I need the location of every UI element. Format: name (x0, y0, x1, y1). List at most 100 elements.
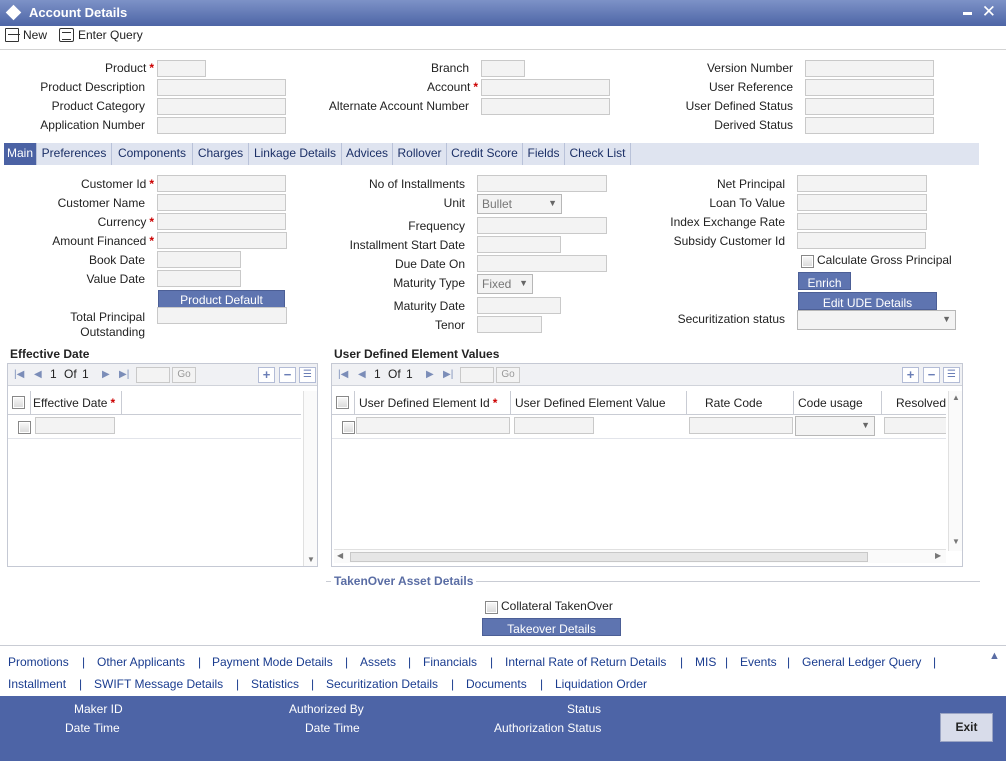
view-rows-icon[interactable]: ☰ (299, 367, 316, 383)
tab-rollover[interactable]: Rollover (393, 143, 447, 165)
new-button[interactable]: New (5, 28, 47, 42)
installment-start-date-input[interactable] (477, 236, 561, 253)
product-description-input[interactable] (157, 79, 286, 96)
scroll-down-icon[interactable]: ▼ (307, 555, 315, 564)
next-page-icon[interactable]: ▶ (426, 369, 434, 380)
tab-fields[interactable]: Fields (523, 143, 565, 165)
page-number-input[interactable] (136, 367, 170, 383)
branch-input[interactable] (481, 60, 525, 77)
application-number-input[interactable] (157, 117, 286, 134)
close-icon[interactable]: ✕ (982, 2, 996, 22)
customer-id-input[interactable] (157, 175, 286, 192)
due-date-on-input[interactable] (477, 255, 607, 272)
resolved-cell-input[interactable] (884, 417, 946, 434)
last-page-icon[interactable]: ▶| (119, 369, 129, 380)
scroll-left-icon[interactable]: ◀ (337, 551, 343, 560)
scroll-right-icon[interactable]: ▶ (935, 551, 941, 560)
view-rows-icon[interactable]: ☰ (943, 367, 960, 383)
select-all-checkbox[interactable] (12, 396, 25, 409)
last-page-icon[interactable]: ▶| (443, 369, 453, 380)
link-swift-message-details[interactable]: SWIFT Message Details (94, 677, 223, 691)
total-principal-outstanding-input[interactable] (157, 307, 287, 324)
edit-ude-details-button[interactable]: Edit UDE Details (798, 292, 937, 310)
first-page-icon[interactable]: |◀ (14, 369, 24, 380)
exit-button[interactable]: Exit (940, 713, 993, 742)
enter-query-button[interactable]: Enter Query (59, 28, 143, 42)
takeover-details-button[interactable]: Takeover Details (482, 618, 621, 636)
subsidy-customer-id-input[interactable] (797, 232, 926, 249)
product-category-input[interactable] (157, 98, 286, 115)
book-date-input[interactable] (157, 251, 241, 268)
vertical-scrollbar[interactable]: ▲ ▼ (948, 391, 962, 551)
customer-name-input[interactable] (157, 194, 286, 211)
link-promotions[interactable]: Promotions (8, 655, 69, 669)
scroll-up-icon[interactable]: ▲ (952, 393, 960, 402)
unit-select[interactable]: Bullet ▼ (477, 194, 562, 214)
derived-status-input[interactable] (805, 117, 934, 134)
product-input[interactable] (157, 60, 206, 77)
maturity-type-select[interactable]: Fixed ▼ (477, 274, 533, 294)
tab-components[interactable]: Components (112, 143, 193, 165)
minimize-icon[interactable] (963, 12, 972, 15)
link-events[interactable]: Events (740, 655, 777, 669)
ude-id-cell-input[interactable] (356, 417, 510, 434)
currency-input[interactable] (157, 213, 286, 230)
effective-date-cell-input[interactable] (35, 417, 115, 434)
amount-financed-input[interactable] (157, 232, 287, 249)
user-reference-input[interactable] (805, 79, 934, 96)
horizontal-scrollbar[interactable]: ◀ ▶ (334, 549, 946, 563)
link-other-applicants[interactable]: Other Applicants (97, 655, 185, 669)
alternate-account-number-input[interactable] (481, 98, 610, 115)
loan-to-value-input[interactable] (797, 194, 927, 211)
tenor-input[interactable] (477, 316, 542, 333)
add-row-icon[interactable]: + (258, 367, 275, 383)
tab-advices[interactable]: Advices (342, 143, 393, 165)
link-financials[interactable]: Financials (423, 655, 477, 669)
net-principal-input[interactable] (797, 175, 927, 192)
row-checkbox[interactable] (342, 421, 355, 434)
tab-charges[interactable]: Charges (193, 143, 249, 165)
tab-linkage-details[interactable]: Linkage Details (249, 143, 342, 165)
maturity-date-input[interactable] (477, 297, 561, 314)
code-usage-cell-select[interactable]: ▼ (795, 416, 875, 436)
delete-row-icon[interactable]: − (923, 367, 940, 383)
index-exchange-rate-input[interactable] (797, 213, 927, 230)
securitization-status-select[interactable]: ▼ (797, 310, 956, 330)
no-of-installments-input[interactable] (477, 175, 607, 192)
enrich-button[interactable]: Enrich (798, 272, 851, 290)
scroll-down-icon[interactable]: ▼ (952, 537, 960, 546)
go-button[interactable]: Go (172, 367, 196, 383)
link-internal-rate-of-return-details[interactable]: Internal Rate of Return Details (505, 655, 666, 669)
select-all-checkbox[interactable] (336, 396, 349, 409)
collapse-up-icon[interactable]: ▲ (989, 650, 1000, 662)
row-checkbox[interactable] (18, 421, 31, 434)
link-installment[interactable]: Installment (8, 677, 66, 691)
link-documents[interactable]: Documents (466, 677, 527, 691)
tab-main[interactable]: Main (4, 143, 37, 165)
calculate-gross-principal-checkbox[interactable] (801, 255, 814, 268)
version-number-input[interactable] (805, 60, 934, 77)
tab-credit-score[interactable]: Credit Score (447, 143, 523, 165)
ude-value-cell-input[interactable] (514, 417, 594, 434)
link-general-ledger-query[interactable]: General Ledger Query (802, 655, 921, 669)
tab-preferences[interactable]: Preferences (37, 143, 112, 165)
vertical-scrollbar[interactable]: ▼ (303, 391, 317, 566)
user-defined-status-input[interactable] (805, 98, 934, 115)
rate-code-cell-input[interactable] (689, 417, 793, 434)
collateral-takenover-checkbox[interactable] (485, 601, 498, 614)
link-payment-mode-details[interactable]: Payment Mode Details (212, 655, 333, 669)
page-number-input[interactable] (460, 367, 494, 383)
scrollbar-thumb[interactable] (350, 552, 868, 562)
previous-page-icon[interactable]: ◀ (358, 369, 366, 380)
next-page-icon[interactable]: ▶ (102, 369, 110, 380)
add-row-icon[interactable]: + (902, 367, 919, 383)
link-securitization-details[interactable]: Securitization Details (326, 677, 438, 691)
frequency-input[interactable] (477, 217, 607, 234)
delete-row-icon[interactable]: − (279, 367, 296, 383)
link-assets[interactable]: Assets (360, 655, 396, 669)
link-mis[interactable]: MIS (695, 655, 716, 669)
previous-page-icon[interactable]: ◀ (34, 369, 42, 380)
tab-check-list[interactable]: Check List (565, 143, 631, 165)
value-date-input[interactable] (157, 270, 241, 287)
go-button[interactable]: Go (496, 367, 520, 383)
